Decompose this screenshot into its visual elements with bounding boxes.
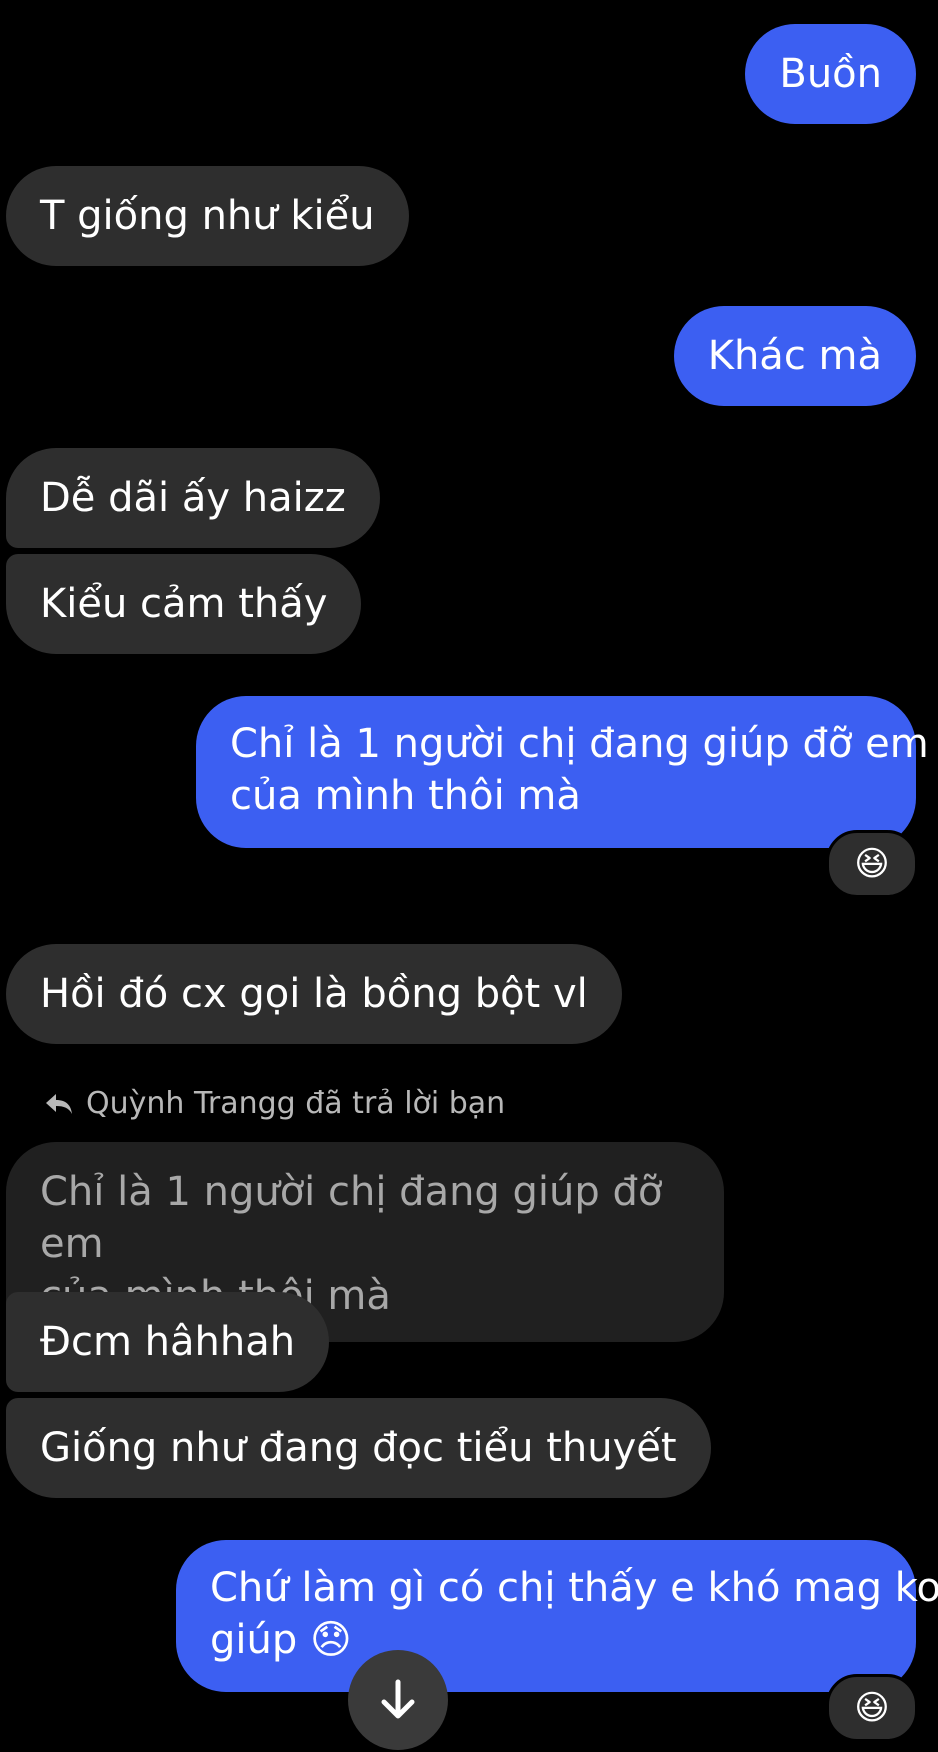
message-bubble-incoming[interactable]: Giống như đang đọc tiểu thuyết — [6, 1398, 711, 1498]
quoted-line: Chỉ là 1 người chị đang giúp đỡ em — [40, 1169, 663, 1267]
message-bubble-outgoing[interactable]: Chỉ là 1 người chị đang giúp đỡ em của m… — [196, 696, 929, 848]
reaction-badge[interactable]: 😆 — [826, 830, 918, 898]
disappointed-emoji-icon: 😞 — [309, 1617, 352, 1663]
message-bubble-incoming[interactable]: Hồi đó cx gọi là bồng bột vl — [6, 944, 622, 1044]
scroll-to-bottom-button[interactable] — [348, 1650, 448, 1750]
message-text: giúp — [210, 1617, 298, 1663]
message-bubble-incoming[interactable]: Đcm hâhhah — [6, 1292, 330, 1392]
reaction-badge[interactable]: 😆 — [826, 1674, 918, 1742]
laughing-emoji-icon: 😆 — [854, 1688, 890, 1728]
message-bubble-incoming[interactable]: T giống như kiểu — [6, 166, 409, 266]
reply-label-text: Quỳnh Trangg đã trả lời bạn — [86, 1086, 506, 1121]
message-line: Chứ làm gì có chị thấy e khó mag ko — [210, 1565, 938, 1611]
message-line: của mình thôi mà — [230, 773, 581, 819]
message-bubble-incoming[interactable]: Kiểu cảm thấy — [6, 554, 362, 654]
message-bubble-incoming[interactable]: Dễ dãi ấy haizz — [6, 448, 380, 548]
reply-arrow-icon — [46, 1094, 72, 1114]
reply-indicator: Quỳnh Trangg đã trả lời bạn — [44, 1082, 505, 1126]
message-line: Chỉ là 1 người chị đang giúp đỡ em — [230, 721, 929, 767]
message-bubble-outgoing[interactable]: Khác mà — [673, 306, 916, 406]
message-bubble-outgoing[interactable]: Buồn — [745, 24, 916, 124]
message-line: giúp 😞 — [210, 1614, 882, 1666]
message-bubble-outgoing[interactable]: Chứ làm gì có chị thấy e khó mag ko giúp… — [176, 1540, 938, 1692]
arrow-down-icon — [381, 1679, 415, 1719]
laughing-emoji-icon: 😆 — [854, 844, 890, 884]
